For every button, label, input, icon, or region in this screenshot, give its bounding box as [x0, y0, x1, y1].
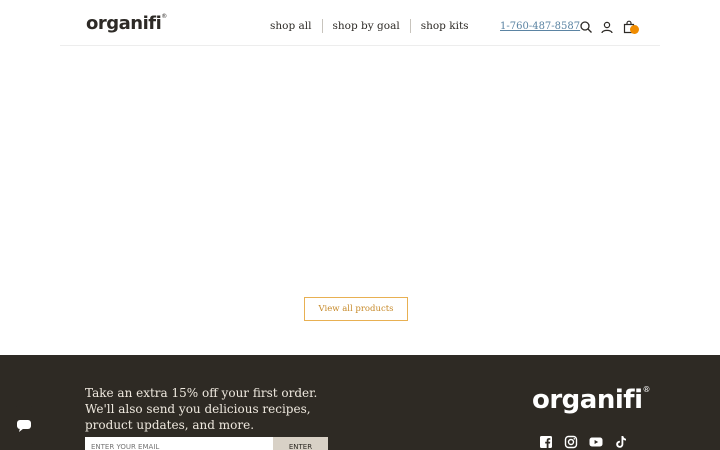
view-all-products-button[interactable]: View all products — [304, 297, 408, 321]
chat-icon — [17, 420, 31, 432]
facebook-icon[interactable] — [539, 435, 553, 449]
account-icon[interactable] — [600, 20, 614, 34]
search-icon[interactable] — [579, 20, 593, 34]
nav-shop-kits[interactable]: shop kits — [411, 20, 479, 32]
instagram-icon[interactable] — [564, 435, 578, 449]
newsletter-promo: Take an extra 15% off your first order. … — [85, 385, 355, 433]
site-header: organifi® shop all shop by goal shop kit… — [60, 0, 660, 46]
promo-line-2: We'll also send you delicious recipes, p… — [85, 402, 311, 432]
logo-mark: ® — [161, 13, 167, 20]
chat-widget-button[interactable] — [4, 405, 44, 445]
email-input[interactable] — [85, 437, 273, 450]
newsletter-form: ENTER — [85, 437, 328, 450]
main-nav: shop all shop by goal shop kits — [260, 19, 479, 33]
tiktok-icon[interactable] — [614, 435, 628, 449]
footer-logo-mark: ® — [642, 385, 651, 394]
logo-text: organifi — [86, 13, 162, 34]
phone-link[interactable]: 1-760-487-8587 — [500, 21, 580, 32]
youtube-icon[interactable] — [589, 435, 603, 449]
nav-shop-by-goal[interactable]: shop by goal — [323, 20, 410, 32]
footer-logo[interactable]: organifi® — [532, 385, 650, 415]
nav-shop-all[interactable]: shop all — [260, 20, 322, 32]
promo-line-1: Take an extra 15% off your first order. — [85, 386, 318, 400]
cart-count-badge — [630, 25, 639, 34]
brand-logo[interactable]: organifi® — [86, 13, 167, 34]
footer-logo-text: organifi — [532, 385, 643, 415]
site-footer: Take an extra 15% off your first order. … — [0, 355, 720, 450]
email-submit-button[interactable]: ENTER — [273, 437, 328, 450]
